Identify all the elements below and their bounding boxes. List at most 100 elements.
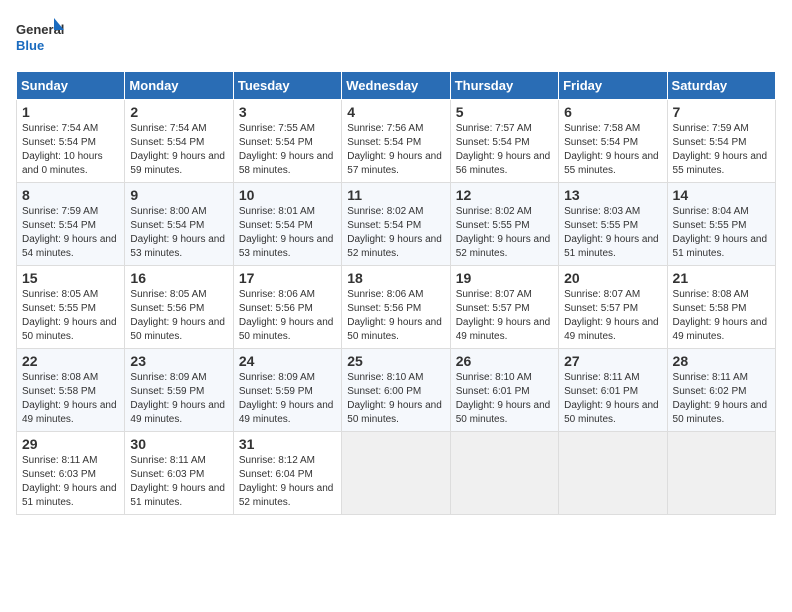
sunrise-label: Sunrise: 8:02 AM: [456, 206, 532, 217]
day-info: Sunrise: 8:02 AM Sunset: 5:54 PM Dayligh…: [347, 205, 444, 261]
daylight-label: Daylight: 9 hours and 53 minutes.: [239, 234, 334, 259]
day-info: Sunrise: 8:08 AM Sunset: 5:58 PM Dayligh…: [673, 288, 770, 344]
day-info: Sunrise: 8:05 AM Sunset: 5:56 PM Dayligh…: [130, 288, 227, 344]
sunrise-label: Sunrise: 7:56 AM: [347, 123, 423, 134]
day-info: Sunrise: 8:11 AM Sunset: 6:02 PM Dayligh…: [673, 371, 770, 427]
sunrise-label: Sunrise: 7:59 AM: [673, 123, 749, 134]
calendar-cell: 26 Sunrise: 8:10 AM Sunset: 6:01 PM Dayl…: [450, 349, 558, 432]
calendar-cell: [450, 432, 558, 515]
day-info: Sunrise: 7:54 AM Sunset: 5:54 PM Dayligh…: [130, 122, 227, 178]
calendar-cell: 12 Sunrise: 8:02 AM Sunset: 5:55 PM Dayl…: [450, 183, 558, 266]
calendar-cell: [342, 432, 450, 515]
day-number: 27: [564, 353, 661, 369]
day-info: Sunrise: 8:03 AM Sunset: 5:55 PM Dayligh…: [564, 205, 661, 261]
calendar-week-row: 29 Sunrise: 8:11 AM Sunset: 6:03 PM Dayl…: [17, 432, 776, 515]
calendar-cell: 29 Sunrise: 8:11 AM Sunset: 6:03 PM Dayl…: [17, 432, 125, 515]
sunset-label: Sunset: 5:58 PM: [673, 303, 747, 314]
sunset-label: Sunset: 5:57 PM: [564, 303, 638, 314]
sunset-label: Sunset: 5:59 PM: [239, 386, 313, 397]
daylight-label: Daylight: 9 hours and 50 minutes.: [456, 400, 551, 425]
sunrise-label: Sunrise: 8:02 AM: [347, 206, 423, 217]
daylight-label: Daylight: 9 hours and 49 minutes.: [130, 400, 225, 425]
sunrise-label: Sunrise: 8:00 AM: [130, 206, 206, 217]
day-info: Sunrise: 8:09 AM Sunset: 5:59 PM Dayligh…: [130, 371, 227, 427]
day-info: Sunrise: 7:57 AM Sunset: 5:54 PM Dayligh…: [456, 122, 553, 178]
calendar-week-row: 22 Sunrise: 8:08 AM Sunset: 5:58 PM Dayl…: [17, 349, 776, 432]
daylight-label: Daylight: 9 hours and 51 minutes.: [564, 234, 659, 259]
day-info: Sunrise: 8:10 AM Sunset: 6:01 PM Dayligh…: [456, 371, 553, 427]
sunrise-label: Sunrise: 7:54 AM: [130, 123, 206, 134]
sunrise-label: Sunrise: 8:09 AM: [239, 372, 315, 383]
day-number: 12: [456, 187, 553, 203]
daylight-label: Daylight: 9 hours and 50 minutes.: [22, 317, 117, 342]
daylight-label: Daylight: 9 hours and 51 minutes.: [22, 483, 117, 508]
calendar-cell: 2 Sunrise: 7:54 AM Sunset: 5:54 PM Dayli…: [125, 100, 233, 183]
day-number: 2: [130, 104, 227, 120]
day-number: 5: [456, 104, 553, 120]
day-header: Saturday: [667, 72, 775, 100]
daylight-label: Daylight: 10 hours and 0 minutes.: [22, 151, 103, 176]
day-info: Sunrise: 7:58 AM Sunset: 5:54 PM Dayligh…: [564, 122, 661, 178]
day-number: 8: [22, 187, 119, 203]
day-number: 14: [673, 187, 770, 203]
daylight-label: Daylight: 9 hours and 51 minutes.: [130, 483, 225, 508]
calendar-week-row: 8 Sunrise: 7:59 AM Sunset: 5:54 PM Dayli…: [17, 183, 776, 266]
day-info: Sunrise: 7:56 AM Sunset: 5:54 PM Dayligh…: [347, 122, 444, 178]
calendar-week-row: 15 Sunrise: 8:05 AM Sunset: 5:55 PM Dayl…: [17, 266, 776, 349]
sunrise-label: Sunrise: 8:07 AM: [456, 289, 532, 300]
sunrise-label: Sunrise: 7:58 AM: [564, 123, 640, 134]
sunset-label: Sunset: 5:55 PM: [22, 303, 96, 314]
calendar-cell: 7 Sunrise: 7:59 AM Sunset: 5:54 PM Dayli…: [667, 100, 775, 183]
calendar-header-row: SundayMondayTuesdayWednesdayThursdayFrid…: [17, 72, 776, 100]
calendar-cell: 3 Sunrise: 7:55 AM Sunset: 5:54 PM Dayli…: [233, 100, 341, 183]
daylight-label: Daylight: 9 hours and 49 minutes.: [22, 400, 117, 425]
sunset-label: Sunset: 5:56 PM: [130, 303, 204, 314]
svg-text:Blue: Blue: [16, 38, 44, 53]
day-number: 30: [130, 436, 227, 452]
daylight-label: Daylight: 9 hours and 52 minutes.: [347, 234, 442, 259]
daylight-label: Daylight: 9 hours and 54 minutes.: [22, 234, 117, 259]
daylight-label: Daylight: 9 hours and 58 minutes.: [239, 151, 334, 176]
calendar-cell: 22 Sunrise: 8:08 AM Sunset: 5:58 PM Dayl…: [17, 349, 125, 432]
sunset-label: Sunset: 5:54 PM: [130, 137, 204, 148]
day-info: Sunrise: 8:09 AM Sunset: 5:59 PM Dayligh…: [239, 371, 336, 427]
sunset-label: Sunset: 6:03 PM: [22, 469, 96, 480]
day-info: Sunrise: 8:01 AM Sunset: 5:54 PM Dayligh…: [239, 205, 336, 261]
daylight-label: Daylight: 9 hours and 56 minutes.: [456, 151, 551, 176]
sunset-label: Sunset: 5:55 PM: [564, 220, 638, 231]
day-number: 19: [456, 270, 553, 286]
day-number: 25: [347, 353, 444, 369]
daylight-label: Daylight: 9 hours and 57 minutes.: [347, 151, 442, 176]
calendar-cell: 19 Sunrise: 8:07 AM Sunset: 5:57 PM Dayl…: [450, 266, 558, 349]
sunrise-label: Sunrise: 8:04 AM: [673, 206, 749, 217]
day-info: Sunrise: 8:10 AM Sunset: 6:00 PM Dayligh…: [347, 371, 444, 427]
sunrise-label: Sunrise: 8:06 AM: [347, 289, 423, 300]
day-number: 10: [239, 187, 336, 203]
sunset-label: Sunset: 5:56 PM: [239, 303, 313, 314]
logo: General Blue: [16, 16, 66, 61]
day-number: 3: [239, 104, 336, 120]
sunset-label: Sunset: 6:00 PM: [347, 386, 421, 397]
calendar-cell: 13 Sunrise: 8:03 AM Sunset: 5:55 PM Dayl…: [559, 183, 667, 266]
day-info: Sunrise: 8:08 AM Sunset: 5:58 PM Dayligh…: [22, 371, 119, 427]
calendar-table: SundayMondayTuesdayWednesdayThursdayFrid…: [16, 71, 776, 515]
calendar-cell: 5 Sunrise: 7:57 AM Sunset: 5:54 PM Dayli…: [450, 100, 558, 183]
calendar-cell: [559, 432, 667, 515]
day-number: 29: [22, 436, 119, 452]
calendar-week-row: 1 Sunrise: 7:54 AM Sunset: 5:54 PM Dayli…: [17, 100, 776, 183]
calendar-cell: 17 Sunrise: 8:06 AM Sunset: 5:56 PM Dayl…: [233, 266, 341, 349]
sunset-label: Sunset: 5:55 PM: [456, 220, 530, 231]
day-info: Sunrise: 8:11 AM Sunset: 6:01 PM Dayligh…: [564, 371, 661, 427]
day-info: Sunrise: 8:12 AM Sunset: 6:04 PM Dayligh…: [239, 454, 336, 510]
sunrise-label: Sunrise: 8:08 AM: [673, 289, 749, 300]
day-number: 31: [239, 436, 336, 452]
calendar-cell: 18 Sunrise: 8:06 AM Sunset: 5:56 PM Dayl…: [342, 266, 450, 349]
day-header: Thursday: [450, 72, 558, 100]
day-info: Sunrise: 8:02 AM Sunset: 5:55 PM Dayligh…: [456, 205, 553, 261]
calendar-cell: 4 Sunrise: 7:56 AM Sunset: 5:54 PM Dayli…: [342, 100, 450, 183]
day-header: Friday: [559, 72, 667, 100]
day-number: 11: [347, 187, 444, 203]
day-header: Wednesday: [342, 72, 450, 100]
sunset-label: Sunset: 6:04 PM: [239, 469, 313, 480]
day-number: 1: [22, 104, 119, 120]
